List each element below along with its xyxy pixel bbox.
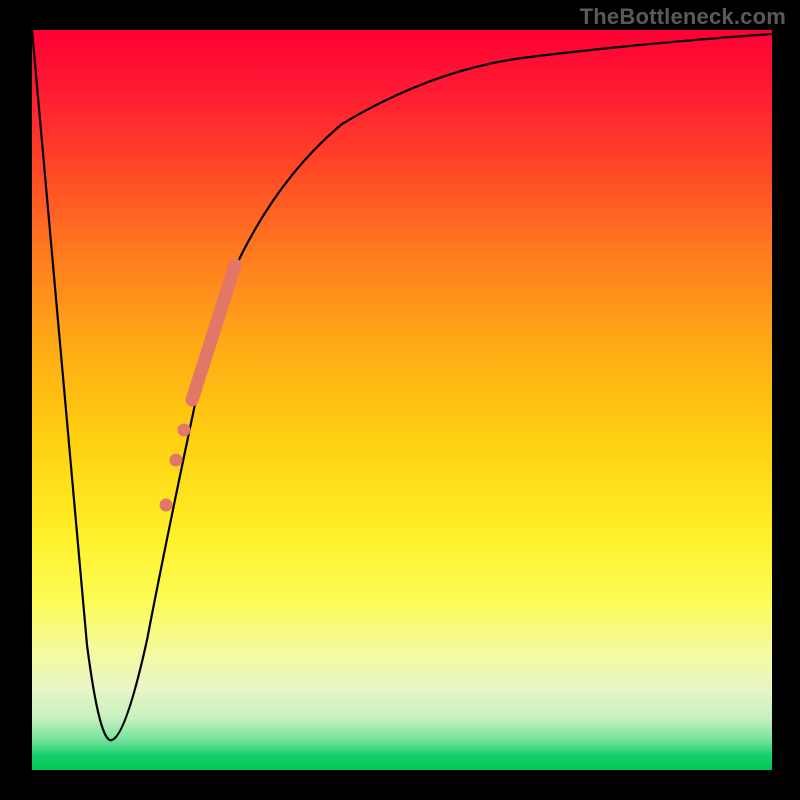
watermark-text: TheBottleneck.com (580, 4, 786, 30)
highlight-dot-3 (160, 499, 173, 512)
bottleneck-curve (32, 30, 772, 740)
highlight-dot-1 (178, 424, 191, 437)
plot-gradient-area (32, 30, 772, 770)
highlight-stroke (192, 265, 235, 400)
chart-frame: TheBottleneck.com (0, 0, 800, 800)
highlight-dot-2 (170, 454, 183, 467)
curve-svg (32, 30, 772, 770)
